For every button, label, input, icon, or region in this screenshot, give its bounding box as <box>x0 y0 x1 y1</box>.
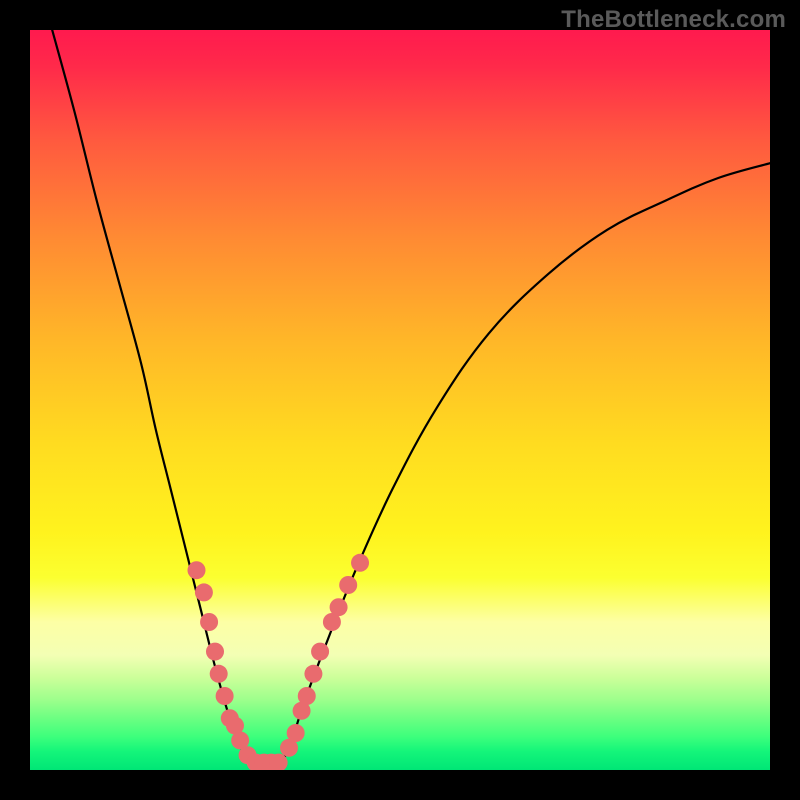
data-point <box>298 687 316 705</box>
data-point <box>304 665 322 683</box>
bottleneck-plot-stage <box>0 0 800 800</box>
plot-gradient-background <box>30 30 770 770</box>
data-point <box>311 643 329 661</box>
data-point <box>330 598 348 616</box>
bottleneck-curve-chart <box>0 0 800 800</box>
data-point <box>195 583 213 601</box>
data-point <box>200 613 218 631</box>
data-point <box>351 554 369 572</box>
data-point <box>188 561 206 579</box>
data-point <box>206 643 224 661</box>
data-point <box>287 724 305 742</box>
data-point <box>210 665 228 683</box>
data-point <box>339 576 357 594</box>
data-point <box>270 754 288 772</box>
watermark-text: TheBottleneck.com <box>561 6 786 34</box>
data-point <box>216 687 234 705</box>
